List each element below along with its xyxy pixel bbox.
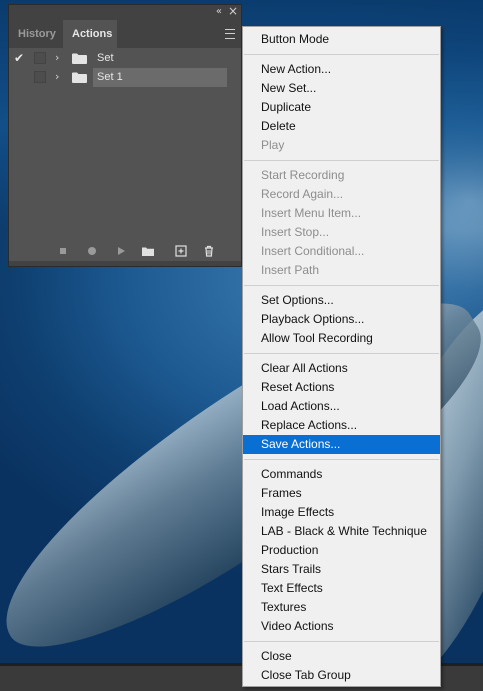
tab-history[interactable]: History [9, 20, 63, 48]
menu-item-production[interactable]: Production [243, 541, 440, 560]
menu-item-frames[interactable]: Frames [243, 484, 440, 503]
panel-tabs: History Actions [9, 20, 241, 48]
folder-icon [72, 53, 87, 64]
menu-item-lab-black-white-technique[interactable]: LAB - Black & White Technique [243, 522, 440, 541]
menu-item-textures[interactable]: Textures [243, 598, 440, 617]
actions-panel: « × History Actions ✔ › Set › Set 1 [8, 4, 242, 267]
menu-item-allow-tool-recording[interactable]: Allow Tool Recording [243, 329, 440, 348]
menu-item-button-mode[interactable]: Button Mode [243, 30, 440, 49]
menu-item-new-action[interactable]: New Action... [243, 60, 440, 79]
menu-item-new-set[interactable]: New Set... [243, 79, 440, 98]
action-set-row[interactable]: › Set 1 [9, 68, 241, 87]
new-set-folder-icon[interactable] [141, 244, 155, 258]
panel-footer-toolbar [9, 242, 241, 260]
menu-item-stars-trails[interactable]: Stars Trails [243, 560, 440, 579]
stop-icon[interactable] [56, 244, 70, 258]
check-icon[interactable]: ✔ [14, 51, 26, 65]
menu-item-insert-path: Insert Path [261, 263, 320, 277]
chevron-right-icon[interactable]: › [55, 51, 59, 65]
menu-item-close-tab-group[interactable]: Close Tab Group [243, 666, 440, 685]
menu-item-commands[interactable]: Commands [243, 465, 440, 484]
actions-panel-flyout-menu: Button Mode New Action... New Set... Duplic… [242, 26, 441, 687]
menu-item-reset-actions[interactable]: Reset Actions [243, 378, 440, 397]
record-icon[interactable] [85, 244, 99, 258]
menu-item-insert-conditional: Insert Conditional... [261, 244, 365, 258]
menu-item-play: Play [261, 138, 285, 152]
menu-item-set-options[interactable]: Set Options... [243, 291, 440, 310]
close-panel-icon[interactable]: × [228, 4, 238, 18]
menu-item-replace-actions[interactable]: Replace Actions... [243, 416, 440, 435]
dialog-toggle-box[interactable] [34, 52, 46, 64]
dialog-toggle-box[interactable] [34, 71, 46, 83]
panel-menu-icon[interactable] [225, 29, 235, 39]
menu-item-image-effects[interactable]: Image Effects [243, 503, 440, 522]
menu-item-insert-stop: Insert Stop... [261, 225, 330, 239]
menu-item-insert-menu-item: Insert Menu Item... [261, 206, 362, 220]
menu-item-duplicate[interactable]: Duplicate [243, 98, 440, 117]
menu-separator [244, 285, 439, 286]
menu-separator [244, 641, 439, 642]
new-action-icon[interactable] [174, 244, 188, 258]
tab-actions[interactable]: Actions [63, 20, 117, 48]
actions-list: ✔ › Set › Set 1 [9, 49, 241, 87]
menu-separator [244, 459, 439, 460]
menu-item-text-effects[interactable]: Text Effects [243, 579, 440, 598]
menu-item-close[interactable]: Close [243, 647, 440, 666]
menu-item-delete[interactable]: Delete [243, 117, 440, 136]
trash-icon[interactable] [202, 244, 216, 258]
action-set-label: Set [97, 52, 114, 64]
menu-item-playback-options[interactable]: Playback Options... [243, 310, 440, 329]
menu-item-save-actions[interactable]: Save Actions... [243, 435, 440, 454]
collapse-panel-icon[interactable]: « [216, 6, 222, 17]
menu-item-record-again: Record Again... [261, 187, 344, 201]
menu-item-clear-all-actions[interactable]: Clear All Actions [243, 359, 440, 378]
play-icon[interactable] [114, 244, 128, 258]
action-set-row[interactable]: ✔ › Set [9, 49, 241, 68]
folder-icon [72, 72, 87, 83]
menu-item-video-actions[interactable]: Video Actions [243, 617, 440, 636]
menu-separator [244, 54, 439, 55]
menu-separator [244, 160, 439, 161]
panel-resize-handle[interactable] [9, 261, 241, 266]
chevron-right-icon[interactable]: › [55, 70, 59, 84]
menu-separator [244, 353, 439, 354]
action-set-label: Set 1 [93, 68, 227, 87]
menu-item-load-actions[interactable]: Load Actions... [243, 397, 440, 416]
panel-title-bar: « × [9, 4, 241, 20]
menu-item-start-recording: Start Recording [261, 168, 345, 182]
